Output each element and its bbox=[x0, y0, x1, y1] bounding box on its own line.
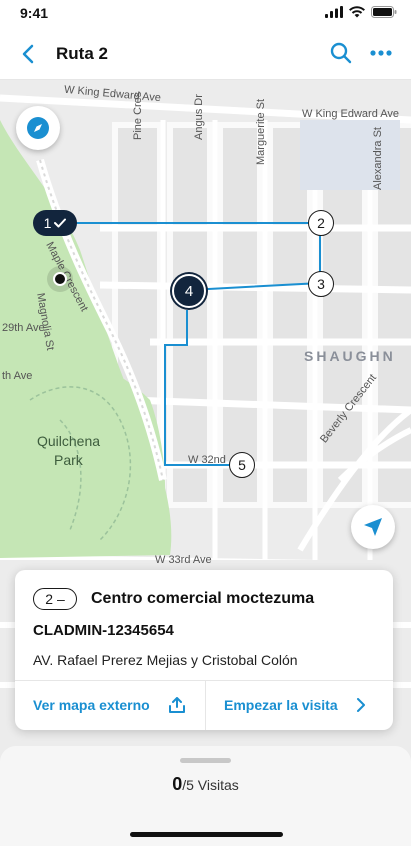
visits-counter: 0/5 Visitas bbox=[0, 774, 411, 795]
stop-number: 2 bbox=[317, 215, 325, 231]
more-horizontal-icon bbox=[370, 50, 392, 56]
client-code: CLADMIN-12345654 bbox=[33, 622, 174, 639]
street-label-angus-dr: Angus Dr bbox=[193, 94, 205, 140]
route-stop-3-marker[interactable]: 3 bbox=[308, 271, 334, 297]
route-stop-1-marker[interactable]: 1 bbox=[33, 210, 77, 236]
wifi-icon bbox=[349, 6, 365, 18]
status-bar: 9:41 bbox=[0, 0, 411, 26]
check-icon bbox=[54, 218, 67, 228]
route-stop-5-marker[interactable]: 5 bbox=[229, 452, 255, 478]
user-location-dot bbox=[53, 272, 67, 286]
status-icons bbox=[325, 6, 397, 18]
nav-bar: Ruta 2 bbox=[0, 26, 411, 80]
share-upload-icon bbox=[168, 697, 185, 713]
search-button[interactable] bbox=[327, 39, 355, 67]
stop-title: Centro comercial moctezuma bbox=[91, 590, 315, 607]
open-external-map-button[interactable]: Ver mapa externo bbox=[15, 680, 205, 730]
chevron-right-icon bbox=[356, 698, 365, 712]
street-label-pine-cres: Pine Cres bbox=[132, 91, 144, 140]
cellular-signal-icon bbox=[325, 6, 343, 18]
route-stop-2-marker[interactable]: 2 bbox=[308, 210, 334, 236]
search-icon bbox=[330, 42, 352, 64]
park-label-line1: Quilchena bbox=[37, 433, 101, 449]
visits-bottom-sheet[interactable]: 0/5 Visitas bbox=[0, 746, 411, 846]
neighbourhood-label: SHAUGHN bbox=[304, 348, 396, 364]
compass-icon bbox=[27, 117, 49, 139]
start-visit-label: Empezar la visita bbox=[224, 697, 338, 713]
stop-number: 5 bbox=[238, 457, 246, 473]
stop-detail-card: 2 – Centro comercial moctezuma CLADMIN-1… bbox=[15, 570, 393, 730]
park-label-line2: Park bbox=[54, 452, 83, 468]
stop-number: 3 bbox=[317, 276, 325, 292]
street-label-w-32nd: W 32nd bbox=[188, 454, 226, 466]
street-label-alexandra-st: Alexandra St bbox=[372, 127, 384, 190]
route-stop-4-marker[interactable]: 4 bbox=[172, 274, 206, 308]
street-label-29th-ave: 29th Ave bbox=[2, 322, 45, 334]
badge-symbol: – bbox=[57, 591, 65, 607]
badge-number: 2 bbox=[45, 591, 53, 607]
status-time: 9:41 bbox=[20, 5, 49, 21]
open-external-map-label: Ver mapa externo bbox=[33, 697, 150, 713]
navigation-arrow-icon bbox=[364, 518, 382, 536]
stop-address: AV. Rafael Prerez Mejias y Cristobal Col… bbox=[33, 652, 298, 668]
visits-done-count: 0 bbox=[172, 774, 183, 794]
street-label-king-edward-right: W King Edward Ave bbox=[302, 108, 400, 120]
stop-number: 1 bbox=[43, 215, 52, 231]
back-button[interactable] bbox=[14, 40, 42, 68]
start-visit-button[interactable]: Empezar la visita bbox=[206, 680, 393, 730]
chevron-left-icon bbox=[22, 44, 34, 64]
street-label-marguerite-st: Marguerite St bbox=[255, 98, 267, 165]
sheet-drag-handle[interactable] bbox=[180, 758, 231, 763]
visits-total-label: /5 Visitas bbox=[182, 777, 239, 793]
street-label-th-ave: th Ave bbox=[2, 370, 33, 382]
home-indicator bbox=[130, 832, 283, 837]
street-label-w-33rd: W 33rd Ave bbox=[155, 554, 212, 566]
compass-button[interactable] bbox=[16, 106, 60, 150]
page-title: Ruta 2 bbox=[56, 44, 108, 63]
stop-number-badge: 2 – bbox=[33, 588, 77, 610]
battery-icon bbox=[371, 6, 397, 18]
stop-number: 4 bbox=[184, 282, 194, 300]
my-location-button[interactable] bbox=[351, 505, 395, 549]
more-options-button[interactable] bbox=[365, 39, 397, 67]
